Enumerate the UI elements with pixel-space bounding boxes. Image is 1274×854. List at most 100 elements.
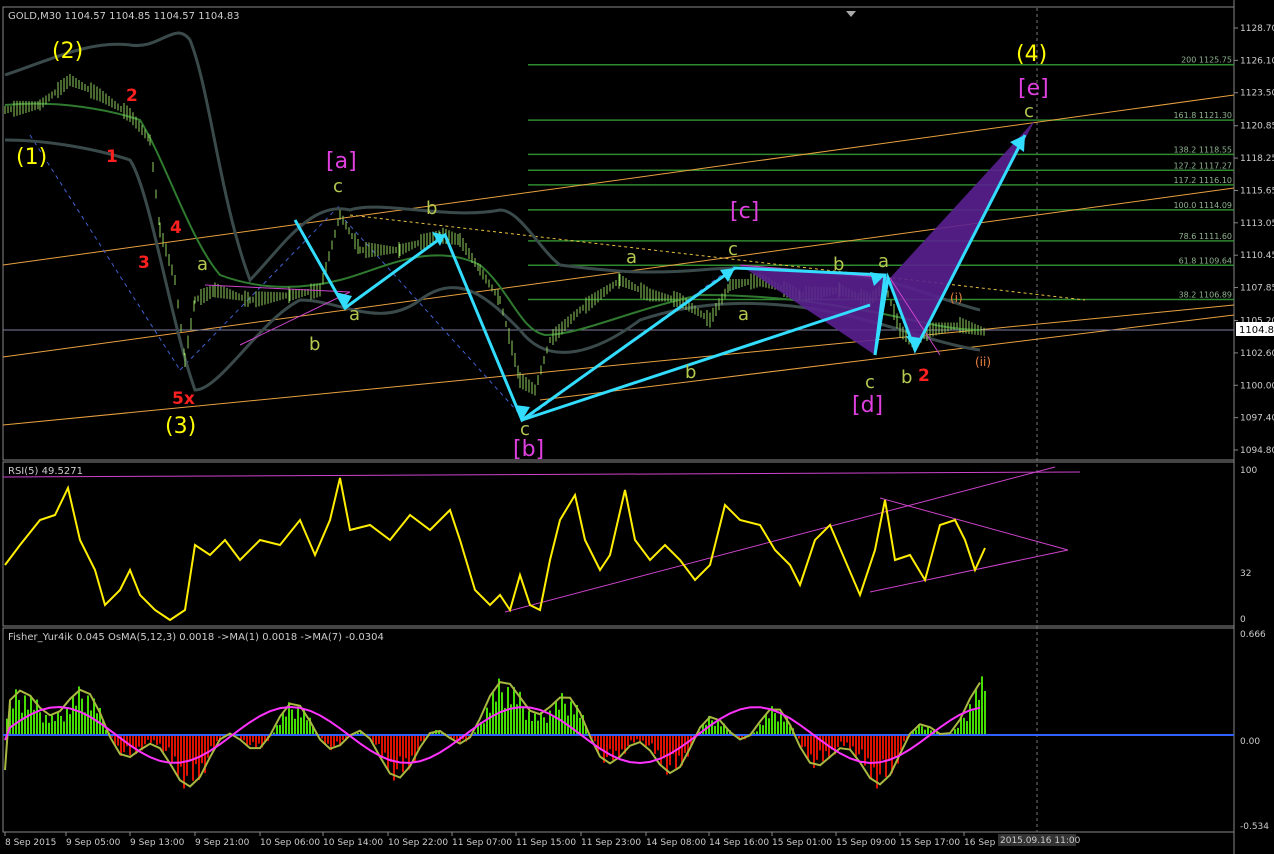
histogram-bar <box>81 698 83 735</box>
histogram-bar <box>501 692 503 735</box>
histogram-bar <box>711 720 713 735</box>
price-tick-label: 1123.50 <box>1240 89 1274 99</box>
histogram-bar <box>492 692 494 735</box>
histogram-bar <box>969 704 971 735</box>
histogram-bar <box>654 735 656 754</box>
histogram-bar <box>381 735 383 757</box>
histogram-bar <box>882 735 884 760</box>
histogram-bar <box>975 689 977 735</box>
olive-b-5: b <box>901 367 912 388</box>
histogram-bar <box>27 709 29 735</box>
histogram-bar <box>24 695 26 735</box>
histogram-bar <box>144 735 146 745</box>
histogram-bar <box>282 713 284 735</box>
histogram-bar <box>777 721 779 735</box>
wave-label-e: [e] <box>1018 76 1049 101</box>
histogram-bar <box>819 735 821 751</box>
red-label-5x: 5x <box>172 389 195 409</box>
histogram-bar <box>57 711 59 735</box>
histogram-bar <box>651 735 653 744</box>
time-tick-label: 11 Sep 07:00 <box>452 838 512 848</box>
histogram-bar <box>405 735 407 759</box>
time-tick-label: 11 Sep 23:00 <box>581 838 641 848</box>
fib-label: 200 1125.75 <box>1181 56 1232 65</box>
histogram-bar <box>255 735 257 749</box>
histogram-bar <box>327 735 329 744</box>
rsi-axis-100: 100 <box>1240 466 1257 476</box>
histogram-bar <box>408 735 410 770</box>
histogram-bar <box>537 720 539 735</box>
histogram-bar <box>306 720 308 735</box>
histogram-bar <box>540 712 542 735</box>
histogram-bar <box>45 714 47 735</box>
histogram-bar <box>768 718 770 735</box>
histogram-bar <box>807 735 809 760</box>
histogram-bar <box>378 735 380 744</box>
histogram-bar <box>507 687 509 735</box>
histogram-bar <box>978 699 980 735</box>
histogram-bar <box>300 717 302 735</box>
histogram-bar <box>201 735 203 764</box>
histogram-bar <box>399 735 401 757</box>
time-tick-label: 10 Sep 22:00 <box>388 838 448 848</box>
wave-label-4: (4) <box>1016 42 1047 67</box>
histogram-bar <box>852 735 854 747</box>
histogram-bar <box>210 735 212 747</box>
fib-label: 78.6 1111.60 <box>1179 232 1232 241</box>
histogram-bar <box>159 735 161 744</box>
histogram-bar <box>294 718 296 735</box>
histogram-bar <box>207 735 209 758</box>
histogram-bar <box>846 735 848 743</box>
histogram-bar <box>774 713 776 735</box>
histogram-bar <box>966 721 968 735</box>
price-tick-label: 1100.00 <box>1240 381 1274 391</box>
rsi-panel[interactable] <box>2 461 1235 627</box>
histogram-bar <box>621 735 623 750</box>
olive-b-4: b <box>833 254 844 275</box>
time-tick-label: 9 Sep 21:00 <box>195 838 250 848</box>
fib-label: 61.8 1109.64 <box>1179 256 1232 265</box>
olive-c-5: c <box>1024 101 1034 122</box>
histogram-bar <box>810 735 812 755</box>
histogram-bar <box>276 725 278 735</box>
histogram-bar <box>165 735 167 751</box>
olive-b-1: b <box>426 198 437 219</box>
histogram-bar <box>171 735 173 763</box>
histogram-bar <box>534 713 536 735</box>
histogram-bar <box>888 735 890 761</box>
histogram-bar <box>396 735 398 770</box>
histogram-bar <box>195 735 197 765</box>
red-label-2: 2 <box>126 86 138 106</box>
histogram-bar <box>486 707 488 735</box>
trading-chart[interactable]: 200 1125.75161.8 1121.30138.2 1118.55127… <box>0 0 1274 854</box>
histogram-bar <box>648 735 650 746</box>
histogram-bar <box>252 735 254 743</box>
histogram-bar <box>42 722 44 735</box>
time-axis: 8 Sep 2015 9 Sep 05:00 9 Sep 13:00 9 Sep 21… <box>4 832 996 848</box>
histogram-bar <box>285 716 287 735</box>
histogram-bar <box>837 735 839 748</box>
histogram-bar <box>177 735 179 776</box>
histogram-bar <box>123 735 125 753</box>
histogram-bar <box>162 735 164 753</box>
time-tick-label: 10 Sep 14:00 <box>323 838 383 848</box>
histogram-bar <box>411 735 413 756</box>
time-tick-label: 11 Sep 15:00 <box>516 838 576 848</box>
histogram-bar <box>885 735 887 777</box>
histogram-bar <box>720 726 722 735</box>
histogram-bar <box>279 725 281 735</box>
fib-label: 138.2 1118.55 <box>1173 145 1232 154</box>
histogram-bar <box>867 735 869 759</box>
price-tick-label: 1097.40 <box>1240 414 1274 424</box>
olive-c-2: c <box>520 419 530 440</box>
fib-label: 38.2 1106.89 <box>1179 290 1232 299</box>
histogram-bar <box>660 735 662 765</box>
histogram-bar <box>984 690 986 735</box>
histogram-bar <box>495 701 497 735</box>
rsi-header: RSI(5) 49.5271 <box>8 466 83 477</box>
wave-label-3: (3) <box>165 414 196 439</box>
fisher-panel[interactable] <box>2 627 1235 833</box>
histogram-bar <box>657 735 659 751</box>
time-tick-label: 9 Sep 05:00 <box>66 838 121 848</box>
price-tick-label: 1115.65 <box>1240 186 1274 196</box>
